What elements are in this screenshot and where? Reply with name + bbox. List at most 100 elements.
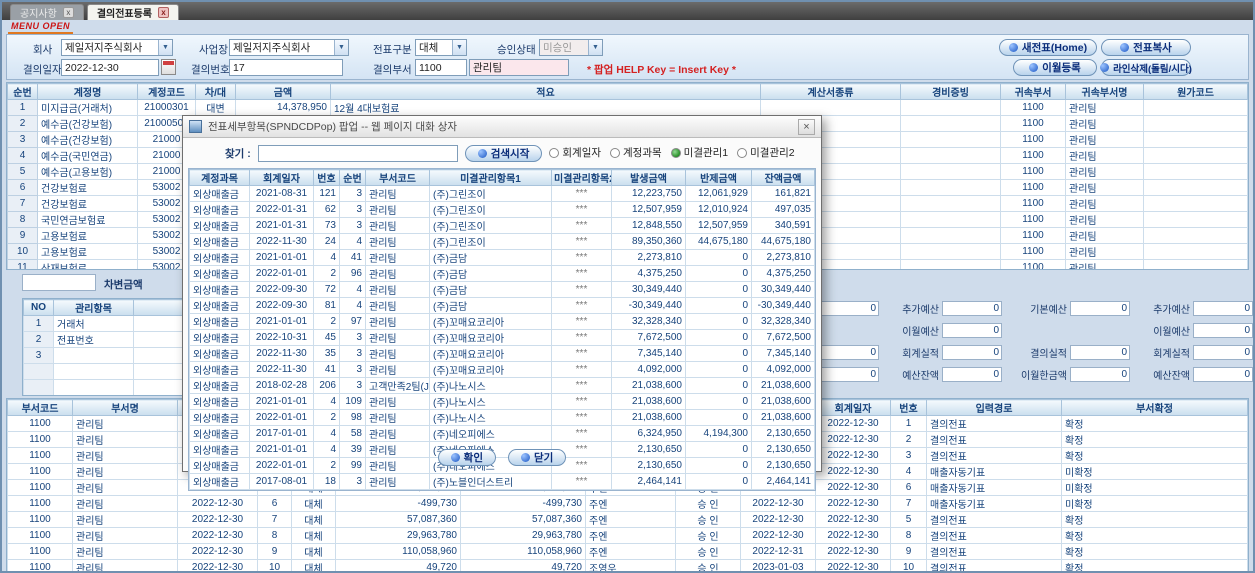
column-header: 적요	[330, 83, 761, 100]
table-cell: 4,194,300	[685, 425, 752, 442]
table-cell	[1143, 163, 1248, 180]
table-cell: 2,464,141	[751, 473, 815, 490]
table-row[interactable]: 외상매출금 2022-09-30 81 4 관리팀 (주)금담 *** -30,349,440…	[189, 297, 815, 314]
popup-close-icon[interactable]: ×	[798, 118, 815, 135]
table-cell: ***	[551, 329, 612, 346]
column-header: 입력경로	[926, 399, 1062, 416]
table-cell	[900, 115, 1001, 132]
confirm-button[interactable]: 확인	[437, 449, 496, 466]
table-cell: 12,010,924	[685, 201, 752, 218]
budget-field-label: 회계실적	[902, 349, 939, 360]
menu-open-button[interactable]: MENU OPEN	[8, 21, 74, 34]
table-row[interactable]: 외상매출금 2022-10-31 45 3 관리팀 (주)꼬매요코리아 *** 7,672,5…	[189, 329, 815, 346]
table-cell: 35	[313, 345, 340, 362]
budget-field-value: 0	[942, 345, 1002, 360]
tab-close-icon[interactable]: x	[62, 7, 74, 18]
table-cell: 관리팀	[365, 329, 430, 346]
budget-field-value: 0	[1193, 301, 1253, 316]
table-row[interactable]: 1100 관리팀 2022-12-30 7 대체 57,087,360 57,087,360…	[7, 511, 1248, 528]
date-input[interactable]: 2022-12-30	[61, 59, 159, 76]
table-row[interactable]: 외상매출금 2022-01-01 2 96 관리팀 (주)금담 *** 4,375,250 0 4…	[189, 265, 815, 282]
table-row[interactable]: 외상매출금 2022-01-01 2 98 관리팀 (주)나노시스 *** 21,038,60…	[189, 409, 815, 426]
table-cell: 대변	[195, 99, 236, 116]
table-cell: 결의전표	[926, 543, 1062, 560]
table-cell: 결의전표	[926, 415, 1062, 432]
table-row[interactable]: 1100 관리팀 2022-12-30 8 대체 29,963,780 29,963,780…	[7, 527, 1248, 544]
company-select[interactable]: 제일저지주식회사 ▼	[61, 39, 173, 56]
close-button[interactable]: 닫기	[508, 449, 567, 466]
table-cell: 21,038,600	[751, 393, 815, 410]
table-cell: 3	[890, 447, 927, 464]
table-row[interactable]: 1100 관리팀 2022-12-30 9 대체 110,058,960 110,058,9…	[7, 543, 1248, 560]
chevron-down-icon: ▼	[452, 40, 466, 55]
popup-titlebar[interactable]: 전표세부항목(SPNDCDPop) 팝업 -- 웹 페이지 대화 상자 ×	[183, 116, 821, 138]
button-dot-icon	[450, 453, 460, 462]
table-cell: 예수금(건강보험)	[37, 131, 138, 148]
date-value: 2022-12-30	[65, 61, 119, 74]
table-cell: 44,675,180	[685, 233, 752, 250]
table-row[interactable]: 외상매출금 2017-01-01 4 58 관리팀 (주)네오피에스 *** 6,324,95…	[189, 425, 815, 442]
table-row[interactable]: 1100 관리팀 2022-12-30 10 대체 49,720 49,720 조영우 승 인2…	[7, 559, 1248, 571]
table-cell: 외상매출금	[189, 185, 250, 202]
radio-계정과목[interactable]: 계정과목	[610, 145, 662, 160]
table-row[interactable]: 1100 관리팀 2022-12-30 6 대체 -499,730 -499,730 주엔 승 …	[7, 495, 1248, 512]
table-row[interactable]: 외상매출금 2022-11-30 24 4 관리팀 (주)그린조이 *** 89,350,36…	[189, 233, 815, 250]
radio-dot-icon	[549, 147, 560, 158]
tab-voucher-entry[interactable]: 결의전표등록 x	[86, 4, 180, 20]
table-cell: 관리팀	[1065, 211, 1144, 228]
table-row[interactable]: 외상매출금 2022-01-31 62 3 관리팀 (주)그린조이 *** 12,507,95…	[189, 201, 815, 218]
table-cell: 3	[23, 347, 54, 364]
new-voucher-button[interactable]: 새전표(Home)	[999, 39, 1097, 56]
table-cell: 2022-12-30	[815, 431, 891, 448]
column-header: 계정코드	[137, 83, 196, 100]
table-cell: (주)꼬매요코리아	[429, 329, 552, 346]
table-row[interactable]: 외상매출금 2021-01-01 4 109 관리팀 (주)나노시스 *** 21,038,6…	[189, 393, 815, 410]
table-cell: 3	[339, 361, 366, 378]
table-cell: 0	[685, 473, 752, 490]
table-cell: 관리팀	[1065, 243, 1144, 260]
table-cell	[53, 379, 134, 395]
column-header: 차/대	[195, 83, 236, 100]
table-cell: 8	[257, 527, 292, 544]
budget-field-label: 추가예산	[902, 305, 939, 316]
column-header: NO	[23, 299, 54, 316]
approve-select[interactable]: 미승인 ▼	[539, 39, 603, 56]
table-row[interactable]: 외상매출금 2022-09-30 72 4 관리팀 (주)금담 *** 30,349,440 0…	[189, 281, 815, 298]
table-row[interactable]: 1 미지급금(거래처) 21000301 대변 14,378,950 12월 4대보험료 1…	[7, 99, 1248, 116]
table-row[interactable]: 외상매출금 2022-11-30 35 3 관리팀 (주)꼬매요코리아 *** 7,345,1…	[189, 345, 815, 362]
budget-field: 이월예산 0	[1138, 322, 1253, 339]
table-cell	[900, 179, 1001, 196]
radio-미결관리2[interactable]: 미결관리2	[737, 145, 795, 160]
doc-no-input[interactable]: 17	[229, 59, 343, 76]
column-header: 계정과목	[189, 169, 250, 186]
table-row[interactable]: 외상매출금 2022-11-30 41 3 관리팀 (주)꼬매요코리아 *** 4,092,0…	[189, 361, 815, 378]
table-row[interactable]: 외상매출금 2021-01-01 2 97 관리팀 (주)꼬매요코리아 *** 32,328,…	[189, 313, 815, 330]
copy-voucher-button[interactable]: 전표복사	[1101, 39, 1191, 56]
table-row[interactable]: 외상매출금 2021-08-31 121 3 관리팀 (주)그린조이 *** 12,223,7…	[189, 185, 815, 202]
tab-close-icon[interactable]: x	[158, 7, 170, 18]
slip-type-select[interactable]: 대체 ▼	[415, 39, 467, 56]
calendar-icon[interactable]	[161, 59, 176, 75]
table-cell: 73	[313, 217, 340, 234]
table-cell: (주)노블인더스트리	[429, 473, 552, 490]
table-cell: 1100	[1000, 163, 1066, 180]
search-start-button[interactable]: 검색시작	[464, 144, 543, 162]
line-delete-button[interactable]: 라인삭제(돌림/시다)	[1100, 59, 1192, 76]
table-cell: 161,821	[751, 185, 815, 202]
table-cell: 3	[7, 131, 38, 148]
budget-field-value: 0	[942, 367, 1002, 382]
tab-notice[interactable]: 공지사항 x	[10, 4, 84, 20]
radio-미결관리1[interactable]: 미결관리1	[670, 145, 728, 160]
table-row[interactable]: 외상매출금 2018-02-28 206 3 고객만족2팀(JJ (주)나노시스 *** 21…	[189, 377, 815, 394]
radio-회계일자[interactable]: 회계일자	[549, 145, 601, 160]
table-cell	[23, 363, 54, 380]
table-cell: 대체	[291, 527, 336, 544]
find-input[interactable]	[257, 144, 458, 162]
table-row[interactable]: 외상매출금 2017-08-01 18 3 관리팀 (주)노블인더스트리 *** 2,464,…	[189, 473, 815, 490]
carryover-button[interactable]: 이월등록	[1013, 59, 1097, 76]
table-cell: 승 인	[675, 559, 741, 571]
table-row[interactable]: 외상매출금 2021-01-01 4 41 관리팀 (주)금담 *** 2,273,810 0 2…	[189, 249, 815, 266]
table-row[interactable]: 외상매출금 2021-01-31 73 3 관리팀 (주)그린조이 *** 12,848,55…	[189, 217, 815, 234]
dept-code-input[interactable]: 1100	[415, 59, 467, 76]
site-select[interactable]: 제일저지주식회사 ▼	[229, 39, 349, 56]
